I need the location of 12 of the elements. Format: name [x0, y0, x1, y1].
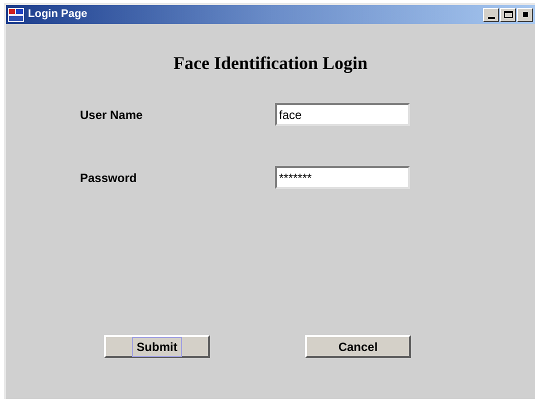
minimize-button[interactable]: [483, 8, 499, 22]
input-field[interactable]: face: [275, 103, 410, 126]
window-title: Login Page: [28, 7, 88, 22]
field-label: User Name: [80, 106, 144, 124]
close-button[interactable]: [517, 8, 533, 22]
app-icon: [8, 8, 24, 22]
form-heading: Face Identification Login: [174, 52, 368, 75]
form-button[interactable]: Submit: [104, 335, 210, 358]
form-button[interactable]: Cancel: [305, 335, 411, 358]
maximize-button[interactable]: [500, 8, 516, 22]
field-label: Password: [80, 170, 138, 186]
input-field[interactable]: *******: [275, 166, 410, 189]
